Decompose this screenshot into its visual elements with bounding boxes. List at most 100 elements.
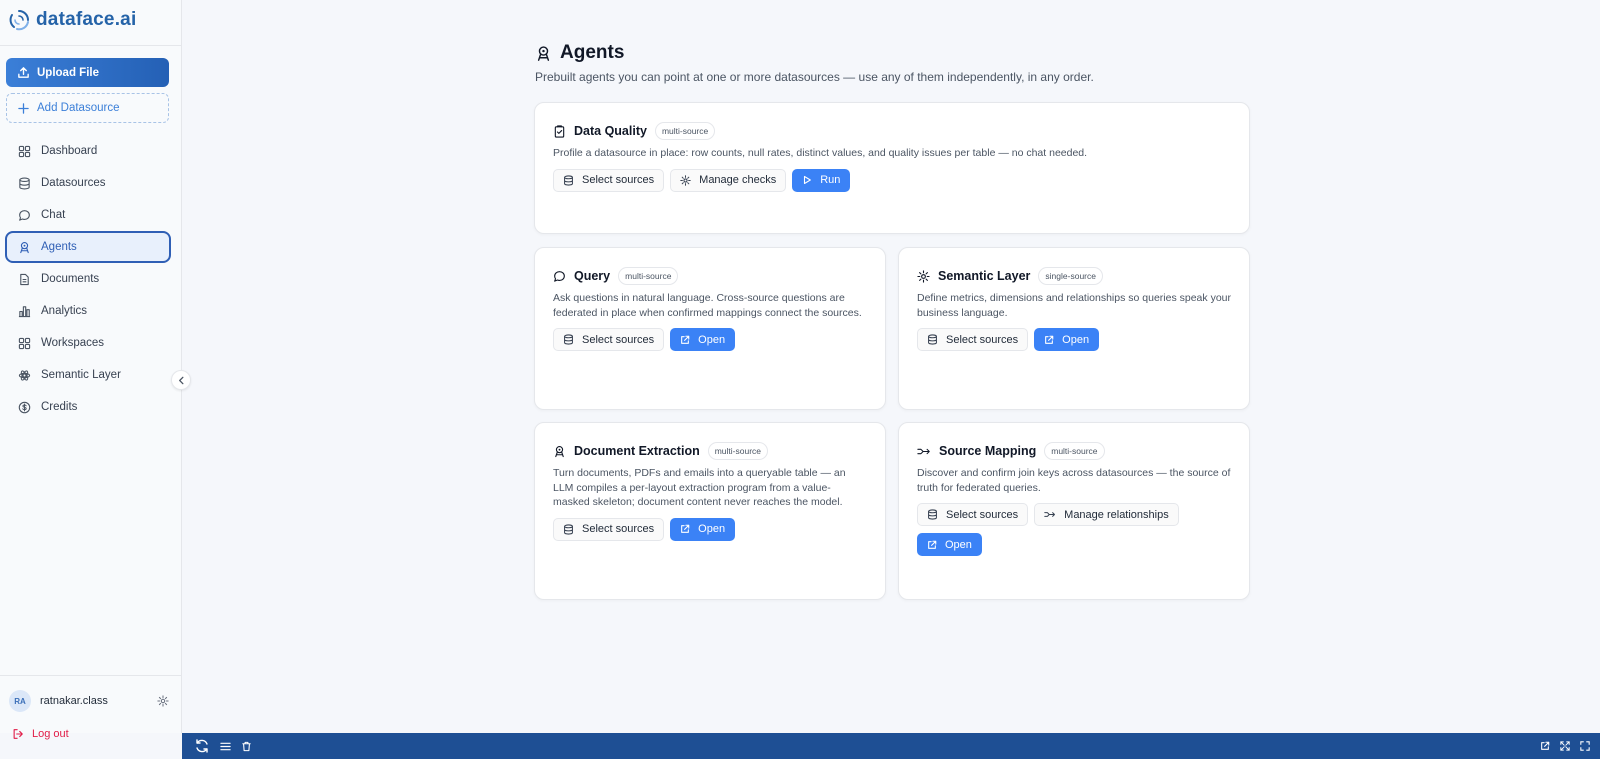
button-label: Run — [820, 174, 841, 186]
button-label: Select sources — [582, 333, 655, 346]
card-title: Data Quality — [574, 124, 647, 138]
agent-icon — [18, 241, 31, 254]
button-label: Manage relationships — [1064, 508, 1169, 521]
logout-icon — [12, 728, 24, 740]
sidebar-item-label: Semantic Layer — [41, 369, 121, 381]
logout-label: Log out — [32, 728, 69, 740]
open-button[interactable]: Open — [917, 533, 982, 556]
external-link-icon — [680, 524, 690, 534]
chevron-left-icon — [177, 376, 186, 385]
logo[interactable]: dataface.ai — [8, 9, 136, 31]
gear-icon — [680, 174, 691, 186]
select-sources-button[interactable]: Select sources — [917, 328, 1029, 351]
card-description: Ask questions in natural language. Cross… — [553, 292, 862, 319]
sidebar-item-analytics[interactable]: Analytics — [5, 295, 171, 327]
add-datasource-button[interactable]: Add Datasource — [6, 93, 169, 123]
sidebar: dataface.ai Upload File Add Datasource D… — [0, 0, 191, 740]
source-badge: multi-source — [1044, 442, 1105, 460]
select-sources-button[interactable]: Select sources — [917, 503, 1029, 526]
agent-icon — [553, 445, 566, 458]
select-sources-button[interactable]: Select sources — [553, 517, 665, 541]
logo-mark-icon — [8, 9, 30, 31]
expand-icon[interactable] — [1560, 741, 1570, 751]
database-icon — [563, 523, 574, 535]
button-label: Select sources — [946, 508, 1019, 521]
sidebar-item-dashboard[interactable]: Dashboard — [5, 135, 171, 167]
user-profile[interactable]: RA ratnakar.class — [9, 690, 169, 712]
card-title: Document Extraction — [574, 444, 700, 458]
add-datasource-label: Add Datasource — [37, 102, 120, 114]
manage-checks-button[interactable]: Manage checks — [670, 168, 787, 192]
upload-file-button[interactable]: Upload File — [6, 58, 169, 87]
button-label: Open — [1062, 333, 1090, 346]
agent-card-document-extraction: Document Extraction multi-source Turn do… — [534, 422, 886, 600]
card-description: Define metrics, dimensions and relations… — [917, 292, 1231, 319]
document-icon — [18, 273, 31, 286]
agent-card-query: Query multi-source Ask questions in natu… — [534, 247, 886, 410]
user-name: ratnakar.class — [40, 695, 108, 707]
merge-arrow-icon — [1044, 509, 1056, 520]
chat-icon — [553, 270, 566, 283]
fullscreen-icon[interactable] — [1580, 741, 1590, 751]
sidebar-item-workspaces[interactable]: Workspaces — [5, 327, 171, 359]
page-subtitle: Prebuilt agents you can point at one or … — [535, 70, 1094, 84]
open-button[interactable]: Open — [670, 328, 736, 351]
logout-button[interactable]: Log out — [12, 728, 69, 740]
card-title: Query — [574, 269, 611, 283]
manage-relationships-button[interactable]: Manage relationships — [1034, 503, 1179, 526]
database-icon — [927, 509, 938, 520]
card-description: Discover and confirm join keys across da… — [917, 467, 1231, 494]
agent-card-data-quality: Data Quality multi-source Profile a data… — [534, 102, 1250, 234]
source-badge: multi-source — [618, 267, 679, 285]
select-sources-button[interactable]: Select sources — [553, 328, 665, 351]
sidebar-item-label: Datasources — [41, 177, 106, 189]
collapse-sidebar-button[interactable] — [171, 370, 191, 390]
gear-icon — [917, 269, 930, 283]
button-label: Open — [698, 523, 726, 535]
database-icon — [563, 334, 574, 345]
external-link-icon — [927, 540, 937, 550]
sidebar-item-agents[interactable]: Agents — [5, 231, 171, 263]
sidebar-item-datasources[interactable]: Datasources — [5, 167, 171, 199]
open-button[interactable]: Open — [670, 517, 736, 541]
external-link-icon — [1044, 335, 1054, 345]
sync-icon[interactable] — [194, 738, 210, 754]
trash-icon[interactable] — [241, 741, 252, 752]
analytics-icon — [18, 305, 31, 318]
sidebar-item-label: Workspaces — [41, 337, 105, 349]
brand-name: dataface.ai — [36, 9, 137, 30]
source-badge: single-source — [1038, 267, 1103, 285]
chat-icon — [18, 209, 31, 222]
divider — [0, 675, 181, 676]
database-icon — [927, 334, 938, 345]
upload-file-label: Upload File — [37, 66, 99, 79]
database-icon — [18, 177, 31, 190]
divider — [0, 45, 181, 46]
source-badge: multi-source — [707, 442, 769, 460]
sidebar-item-credits[interactable]: Credits — [5, 391, 171, 423]
menu-icon[interactable] — [220, 741, 231, 752]
agent-icon — [535, 45, 552, 62]
bottom-toolbar — [182, 733, 1600, 759]
run-button[interactable]: Run — [792, 168, 851, 192]
database-icon — [563, 174, 574, 186]
external-link-icon[interactable] — [1540, 741, 1550, 751]
button-label: Select sources — [582, 174, 655, 186]
button-label: Open — [945, 538, 972, 551]
sidebar-item-chat[interactable]: Chat — [5, 199, 171, 231]
sidebar-item-label: Credits — [41, 401, 78, 413]
card-title: Semantic Layer — [938, 269, 1031, 283]
gear-icon[interactable] — [157, 695, 169, 707]
card-title: Source Mapping — [939, 444, 1037, 458]
sidebar-item-label: Analytics — [41, 305, 88, 317]
external-link-icon — [680, 335, 690, 345]
sidebar-item-documents[interactable]: Documents — [5, 263, 171, 295]
select-sources-button[interactable]: Select sources — [553, 168, 665, 192]
button-label: Manage checks — [699, 174, 777, 186]
card-description: Profile a datasource in place: row count… — [553, 147, 1088, 159]
source-badge: multi-source — [654, 122, 716, 140]
page-title: Agents — [535, 42, 624, 64]
open-button[interactable]: Open — [1034, 328, 1100, 351]
sidebar-item-semantic-layer[interactable]: Semantic Layer — [5, 359, 171, 391]
button-label: Select sources — [582, 523, 655, 535]
